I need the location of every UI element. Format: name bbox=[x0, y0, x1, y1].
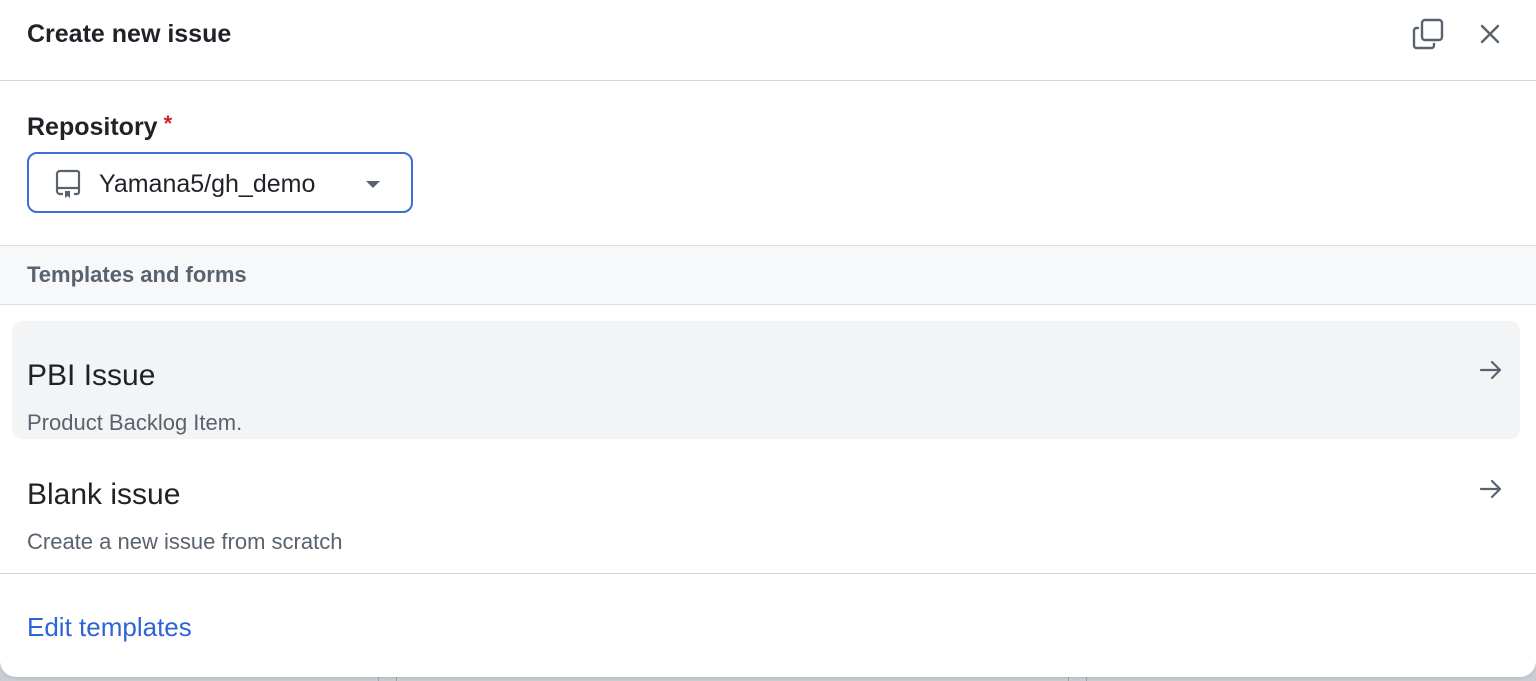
duplicate-button[interactable] bbox=[1408, 16, 1448, 52]
close-button[interactable] bbox=[1470, 16, 1510, 52]
duplicate-icon bbox=[1412, 18, 1444, 50]
template-name: Blank issue bbox=[27, 478, 181, 511]
repository-select[interactable]: Yamana5/gh_demo bbox=[27, 152, 413, 213]
repository-select-value: Yamana5/gh_demo bbox=[99, 170, 316, 198]
dialog-title: Create new issue bbox=[27, 20, 232, 48]
repository-label-text: Repository bbox=[27, 113, 158, 141]
template-item-pbi-issue[interactable]: PBI Issue Product Backlog Item. bbox=[12, 321, 1520, 439]
caret-down-icon bbox=[366, 181, 380, 188]
x-icon bbox=[1480, 24, 1500, 44]
template-item-blank-issue[interactable]: Blank issue Create a new issue from scra… bbox=[12, 440, 1520, 558]
arrow-right-icon bbox=[1479, 360, 1502, 380]
templates-section-header: Templates and forms bbox=[0, 245, 1536, 305]
template-description: Product Backlog Item. bbox=[27, 410, 243, 435]
template-name: PBI Issue bbox=[27, 359, 156, 392]
template-description: Create a new issue from scratch bbox=[27, 529, 343, 554]
repository-label: Repository * bbox=[27, 109, 172, 142]
required-marker: * bbox=[163, 111, 173, 136]
repo-icon bbox=[55, 169, 81, 198]
dialog-footer: Edit templates bbox=[0, 574, 1536, 677]
dialog-header: Create new issue bbox=[0, 0, 1536, 81]
arrow-right-icon bbox=[1479, 479, 1502, 499]
create-issue-dialog: Create new issue Repository * Yamana5/gh_… bbox=[0, 0, 1536, 677]
templates-section-label: Templates and forms bbox=[27, 262, 247, 287]
template-list: PBI Issue Product Backlog Item. Blank is… bbox=[0, 305, 1536, 574]
edit-templates-link[interactable]: Edit templates bbox=[27, 612, 192, 642]
repository-section: Repository * Yamana5/gh_demo bbox=[0, 81, 1536, 245]
